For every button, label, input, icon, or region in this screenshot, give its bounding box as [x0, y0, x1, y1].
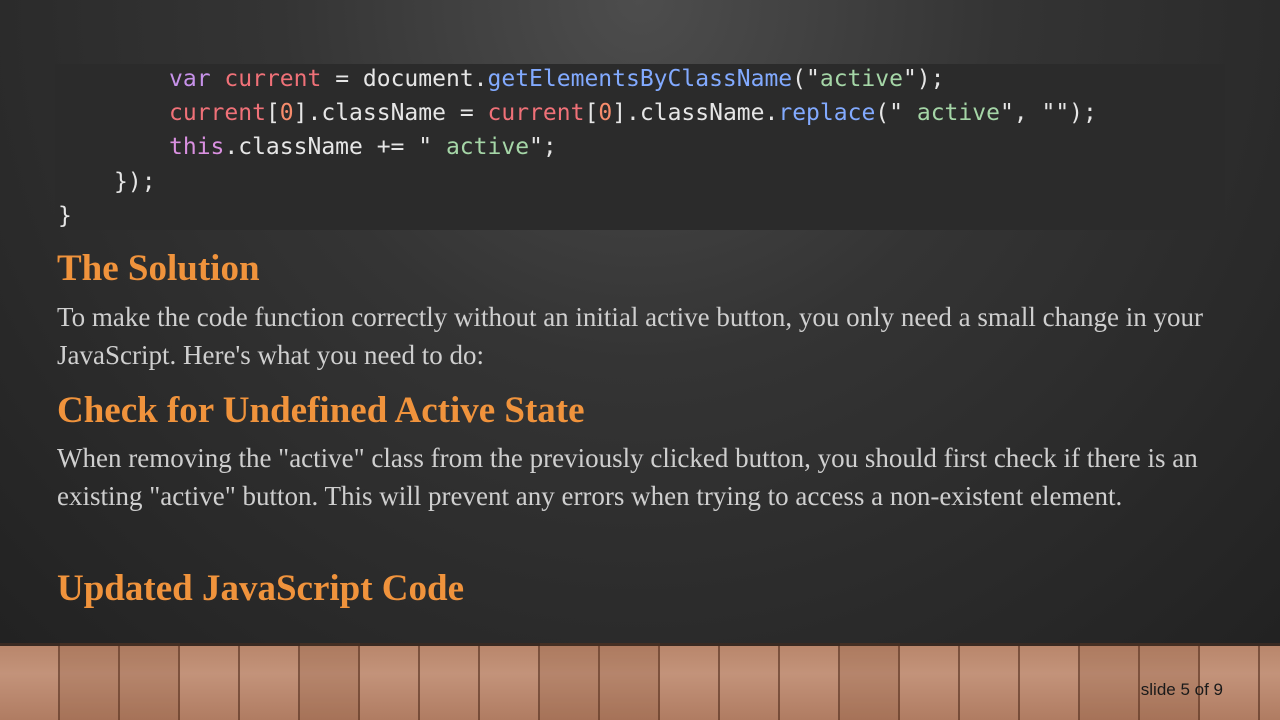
check-heading: Check for Undefined Active State [57, 390, 585, 431]
code-token: var [169, 66, 211, 92]
floor-plank [840, 643, 900, 720]
wood-floor-decoration [0, 643, 1280, 720]
code-token: ", ""); [999, 100, 1097, 126]
code-line: current[0].className = current[0].classN… [169, 98, 1097, 128]
code-line: this.className += " active"; [169, 132, 557, 162]
code-token: 0 [279, 100, 294, 126]
code-token: [ [265, 100, 280, 126]
code-token: current [169, 100, 266, 126]
floor-plank [540, 643, 660, 720]
code-snippet: var current = document.getElementsByClas… [55, 64, 1225, 230]
solution-heading: The Solution [57, 248, 260, 289]
code-token: this [169, 134, 225, 160]
slide-number: slide 5 of 9 [1140, 680, 1223, 699]
code-token: }); [114, 169, 156, 195]
code-token: getElementsByClassName [487, 66, 793, 92]
code-token: (" [875, 100, 917, 126]
code-line: var current = document.getElementsByClas… [169, 64, 945, 94]
code-token: ].className. [612, 100, 779, 126]
code-line: }); [114, 167, 156, 197]
code-token: [ [584, 100, 599, 126]
code-line: } [58, 201, 72, 231]
code-token: ].className = [293, 100, 488, 126]
updated-code-heading: Updated JavaScript Code [57, 568, 465, 609]
solution-paragraph: To make the code function correctly with… [57, 302, 1204, 370]
code-token: 0 [598, 100, 613, 126]
floor-plank [300, 643, 360, 720]
code-token: active [916, 100, 1000, 126]
code-token: replace [778, 100, 876, 126]
code-token: active [819, 66, 903, 92]
code-token: = document. [321, 66, 488, 92]
check-paragraph: When removing the "active" class from th… [57, 443, 1198, 511]
slide-canvas: var current = document.getElementsByClas… [0, 0, 1280, 643]
code-token: "; [529, 134, 557, 160]
floor-plank [60, 643, 180, 720]
code-token: "); [902, 66, 945, 92]
code-token: active [445, 134, 530, 160]
code-token: current [224, 66, 322, 92]
code-token: } [58, 203, 72, 229]
code-token: current [487, 100, 585, 126]
code-token: (" [792, 66, 820, 92]
code-token: .className += " [224, 134, 446, 160]
